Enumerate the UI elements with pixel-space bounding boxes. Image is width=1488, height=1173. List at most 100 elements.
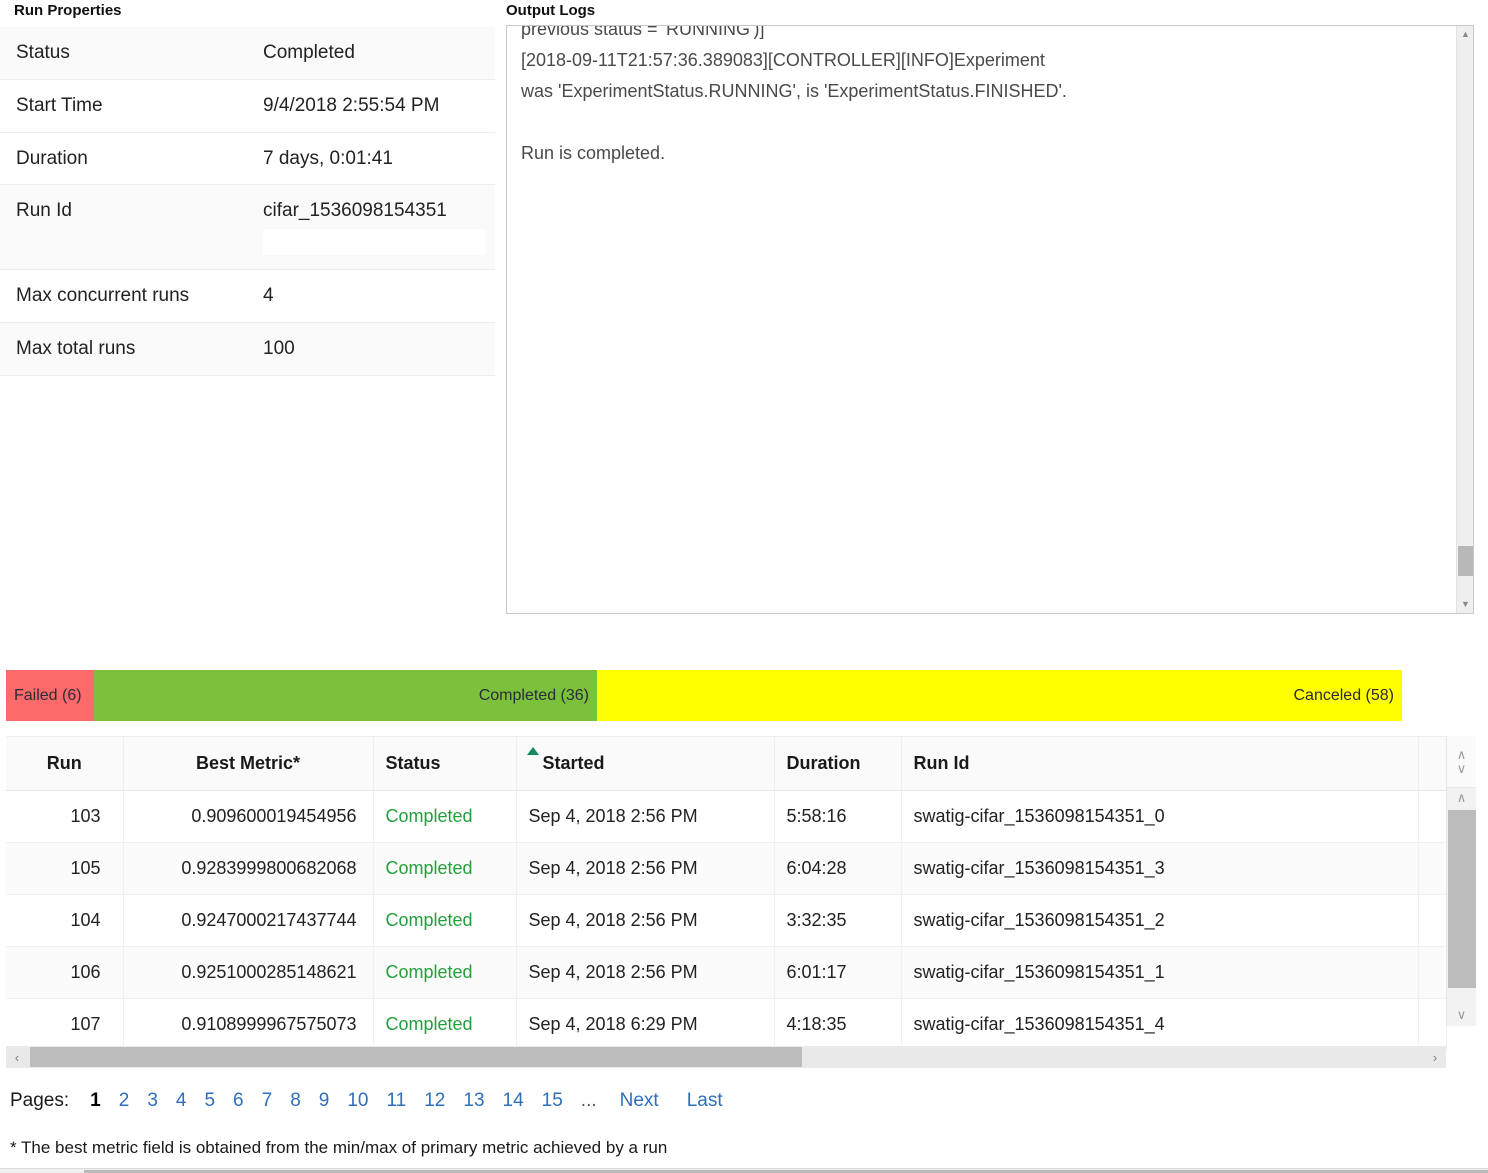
- cell-best-metric: 0.9283999800682068: [123, 843, 373, 895]
- cell-status: Completed: [373, 791, 516, 843]
- cell-extra: [1418, 791, 1446, 843]
- page-link-9[interactable]: 9: [310, 1090, 339, 1112]
- page-link-8[interactable]: 8: [281, 1090, 310, 1112]
- table-row[interactable]: 106 0.9251000285148621 Completed Sep 4, …: [6, 947, 1446, 999]
- cell-started: Sep 4, 2018 6:29 PM: [516, 999, 774, 1051]
- runs-table-vertical-scrollbar[interactable]: ∧ ∨ ∧ ∨: [1446, 736, 1476, 1026]
- output-logs-scroll-thumb[interactable]: [1458, 546, 1473, 576]
- cell-run: 103: [6, 791, 123, 843]
- property-row-status: Status Completed: [0, 27, 495, 79]
- status-distribution-bar: Failed (6) Completed (36) Canceled (58): [6, 670, 1402, 721]
- page-link-2[interactable]: 2: [110, 1090, 139, 1112]
- property-value-container: cifar_1536098154351: [253, 185, 495, 270]
- page-link-7[interactable]: 7: [253, 1090, 282, 1112]
- cell-run: 104: [6, 895, 123, 947]
- table-row[interactable]: 103 0.909600019454956 Completed Sep 4, 2…: [6, 791, 1446, 843]
- pagination-label: Pages:: [10, 1090, 69, 1112]
- property-row-max-concurrent-runs: Max concurrent runs 4: [0, 270, 495, 323]
- property-row-duration: Duration 7 days, 0:01:41: [0, 132, 495, 185]
- property-key: Run Id: [0, 185, 253, 270]
- page-link-3[interactable]: 3: [138, 1090, 167, 1112]
- run-id-blank-field[interactable]: [263, 229, 485, 255]
- property-value: Completed: [253, 27, 495, 79]
- property-row-start-time: Start Time 9/4/2018 2:55:54 PM: [0, 79, 495, 132]
- status-segment-canceled[interactable]: Canceled (58): [597, 670, 1402, 721]
- horizontal-scroll-thumb[interactable]: [30, 1047, 802, 1067]
- cell-run-id: swatig-cifar_1536098154351_0: [901, 791, 1418, 843]
- cell-run: 107: [6, 999, 123, 1051]
- page-link-5[interactable]: 5: [195, 1090, 224, 1112]
- pagination: Pages: 1 2 3 4 5 6 7 8 9 10 11 12 13 14 …: [10, 1090, 737, 1112]
- output-logs-scrollbar[interactable]: ▲ ▼: [1456, 26, 1473, 613]
- scroll-track[interactable]: ∧ ∨: [1447, 788, 1476, 1025]
- bottom-divider: [0, 1168, 1488, 1173]
- cell-extra: [1418, 947, 1446, 999]
- page-link-13[interactable]: 13: [454, 1090, 493, 1112]
- column-header-run[interactable]: Run: [6, 737, 123, 791]
- column-header-duration[interactable]: Duration: [774, 737, 901, 791]
- chevron-down-icon[interactable]: ∨: [1457, 762, 1467, 776]
- runs-table-horizontal-scrollbar[interactable]: ‹ ›: [6, 1046, 1446, 1068]
- cell-status: Completed: [373, 843, 516, 895]
- column-header-best-metric[interactable]: Best Metric*: [123, 737, 373, 791]
- cell-status: Completed: [373, 947, 516, 999]
- pagination-next-link[interactable]: Next: [606, 1090, 673, 1112]
- cell-best-metric: 0.909600019454956: [123, 791, 373, 843]
- page-link-11[interactable]: 11: [378, 1090, 416, 1112]
- page-link-6[interactable]: 6: [224, 1090, 253, 1112]
- output-logs-title: Output Logs: [506, 0, 1474, 25]
- property-row-run-id: Run Id cifar_1536098154351: [0, 185, 495, 270]
- scroll-right-icon[interactable]: ›: [1424, 1046, 1446, 1068]
- status-segment-completed[interactable]: Completed (36): [94, 670, 597, 721]
- sort-ascending-icon: [527, 747, 539, 755]
- scroll-up-icon[interactable]: ∧: [1447, 788, 1476, 808]
- cell-started: Sep 4, 2018 2:56 PM: [516, 843, 774, 895]
- cell-started: Sep 4, 2018 2:56 PM: [516, 791, 774, 843]
- scroll-up-icon[interactable]: ▲: [1457, 26, 1474, 43]
- property-value: cifar_1536098154351: [263, 200, 447, 221]
- run-properties-title: Run Properties: [0, 0, 495, 27]
- cell-duration: 6:04:28: [774, 843, 901, 895]
- output-logs-panel: Output Logs previous status = 'RUNNING')…: [506, 0, 1474, 614]
- property-value: 7 days, 0:01:41: [253, 132, 495, 185]
- page-link-14[interactable]: 14: [494, 1090, 533, 1112]
- cell-run-id: swatig-cifar_1536098154351_4: [901, 999, 1418, 1051]
- table-row[interactable]: 104 0.9247000217437744 Completed Sep 4, …: [6, 895, 1446, 947]
- page-link-10[interactable]: 10: [338, 1090, 377, 1112]
- cell-extra: [1418, 895, 1446, 947]
- property-value: 4: [253, 270, 495, 323]
- header-scroll-buttons[interactable]: ∧ ∨: [1447, 736, 1476, 788]
- page-link-12[interactable]: 12: [415, 1090, 454, 1112]
- column-header-started-label: Started: [543, 753, 605, 773]
- page-link-4[interactable]: 4: [167, 1090, 196, 1112]
- scroll-left-icon[interactable]: ‹: [6, 1046, 28, 1068]
- cell-run-id: swatig-cifar_1536098154351_2: [901, 895, 1418, 947]
- property-key: Start Time: [0, 79, 253, 132]
- cell-run: 105: [6, 843, 123, 895]
- pagination-last-link[interactable]: Last: [673, 1090, 737, 1112]
- column-header-extra: [1418, 737, 1446, 791]
- column-header-started[interactable]: Started: [516, 737, 774, 791]
- table-row[interactable]: 107 0.9108999967575073 Completed Sep 4, …: [6, 999, 1446, 1051]
- runs-table: Run Best Metric* Status Started Duration…: [6, 736, 1447, 1051]
- status-segment-failed[interactable]: Failed (6): [6, 670, 94, 721]
- status-segment-label: Completed (36): [479, 687, 589, 705]
- scroll-down-icon[interactable]: ∨: [1447, 1005, 1476, 1025]
- property-value: 100: [253, 322, 495, 375]
- cell-run-id: swatig-cifar_1536098154351_3: [901, 843, 1418, 895]
- chevron-up-icon[interactable]: ∧: [1457, 748, 1467, 762]
- scroll-down-icon[interactable]: ▼: [1457, 596, 1474, 613]
- vertical-scroll-thumb[interactable]: [1448, 810, 1476, 988]
- output-logs-box[interactable]: previous status = 'RUNNING')] [2018-09-1…: [506, 25, 1474, 614]
- cell-started: Sep 4, 2018 2:56 PM: [516, 895, 774, 947]
- cell-duration: 5:58:16: [774, 791, 901, 843]
- column-header-run-id[interactable]: Run Id: [901, 737, 1418, 791]
- column-header-status[interactable]: Status: [373, 737, 516, 791]
- cell-status: Completed: [373, 999, 516, 1051]
- status-segment-label: Failed (6): [14, 687, 82, 705]
- page-link-15[interactable]: 15: [533, 1090, 572, 1112]
- page-link-1[interactable]: 1: [81, 1090, 110, 1112]
- table-row[interactable]: 105 0.9283999800682068 Completed Sep 4, …: [6, 843, 1446, 895]
- cell-started: Sep 4, 2018 2:56 PM: [516, 947, 774, 999]
- run-properties-table: Status Completed Start Time 9/4/2018 2:5…: [0, 27, 495, 376]
